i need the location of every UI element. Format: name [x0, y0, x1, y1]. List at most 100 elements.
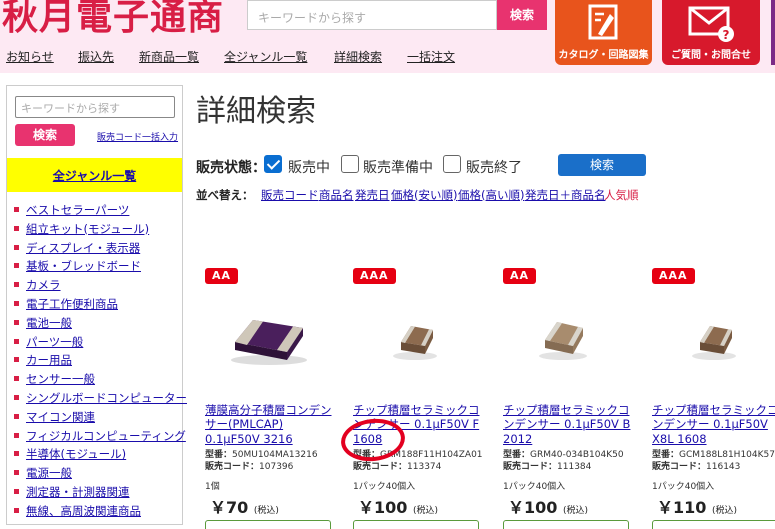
model-number: GCM188L81H104K57 [679, 450, 775, 460]
product-quantity: 1パック40個入 [503, 482, 566, 492]
sort-by-code[interactable]: 販売コード [261, 187, 319, 203]
status-search-button[interactable]: 検索 [558, 154, 646, 176]
category-link[interactable]: カー用品 [26, 353, 72, 367]
nav-new-products[interactable]: 新商品一覧 [139, 48, 199, 65]
product-price: ￥100 (税込) [358, 494, 438, 518]
product-price: ￥110 (税込) [657, 494, 737, 518]
nav-all-genres[interactable]: 全ジャンル一覧 [224, 48, 307, 65]
add-to-cart-button[interactable] [353, 520, 479, 529]
category-link[interactable]: 半導体(モジュール) [26, 447, 126, 461]
category-item[interactable]: センサー一般 [14, 371, 187, 390]
nav-bank-transfer[interactable]: 振込先 [78, 48, 114, 65]
product-name-link[interactable]: チップ積層セラミックコンデンサー 0.1μF50V X8L 1608 [652, 403, 775, 446]
product-quantity: 1パック40個入 [652, 482, 715, 492]
mail-icon: ? [688, 6, 734, 42]
checkbox-discontinued[interactable] [443, 155, 461, 173]
product-name-link[interactable]: 薄膜高分子積層コンデンサー(PMLCAP) 0.1μF50V 3216 [205, 403, 335, 446]
sort-by-price-desc[interactable]: 価格(高い順) [458, 187, 524, 203]
category-item[interactable]: パーツ一般 [14, 334, 187, 353]
product-quantity: 1個 [205, 482, 220, 492]
site-logo[interactable]: 秋月電子通商 [2, 0, 224, 40]
sort-by-release-name[interactable]: 発売日＋商品名 [525, 187, 606, 203]
product-image[interactable] [503, 298, 633, 378]
category-item[interactable]: 電子工作便利商品 [14, 296, 187, 315]
category-item[interactable]: シングルボードコンピューター [14, 390, 187, 409]
sidebar-search-button[interactable]: 検索 [15, 124, 75, 146]
header-search-input[interactable]: キーワードから探す [247, 0, 497, 30]
category-item[interactable]: 半導体(モジュール) [14, 446, 187, 465]
sort-by-price-asc[interactable]: 価格(安い順) [391, 187, 457, 203]
category-item[interactable]: フィジカルコンピューティング [14, 428, 187, 447]
header-edge-button[interactable] [771, 0, 775, 65]
contact-button[interactable]: ? ご質問・お問合せ [662, 0, 760, 65]
all-genres-link[interactable]: 全ジャンル一覧 [7, 167, 182, 184]
category-item[interactable]: マイコン関連 [14, 409, 187, 428]
category-link[interactable]: シングルボードコンピューター [26, 391, 187, 405]
product-name-link[interactable]: チップ積層セラミックコンデンサー 0.1μF50V B 2012 [503, 403, 633, 446]
category-item[interactable]: 無線、高周波関連商品 [14, 503, 187, 522]
category-item[interactable]: カメラ [14, 277, 187, 296]
nav-bulk-order[interactable]: 一括注文 [407, 48, 455, 65]
product-image[interactable] [652, 298, 775, 378]
category-link[interactable]: カメラ [26, 278, 61, 292]
category-link[interactable]: フィジカルコンピューティング [26, 429, 186, 443]
rank-badge: AAA [652, 268, 695, 284]
category-item[interactable]: ディスプレイ・表示器 [14, 240, 187, 259]
sort-by-popularity[interactable]: 人気順 [604, 187, 639, 203]
checkbox-preparing-label[interactable]: 販売準備中 [363, 157, 433, 177]
model-label: 型番： [652, 450, 680, 460]
sidebar: キーワードから探す 検索 販売コード一括入力 全ジャンル一覧 ベストセラーパーツ… [6, 85, 187, 525]
sort-by-release[interactable]: 発売日 [355, 187, 390, 203]
model-number: GRM40-034B104K50 [530, 450, 624, 460]
category-item[interactable]: 組立キット(モジュール) [14, 221, 187, 240]
category-link[interactable]: パーツ一般 [26, 335, 83, 349]
category-item[interactable]: 測定器・計測器関連 [14, 484, 187, 503]
category-item[interactable]: 電源一般 [14, 465, 187, 484]
category-link[interactable]: ディスプレイ・表示器 [26, 241, 140, 255]
category-link[interactable]: 基板・ブレッドボード [26, 259, 141, 273]
category-link[interactable]: 測定器・計測器関連 [26, 485, 130, 499]
site-header: 秋月電子通商 キーワードから探す 検索 カタログ・回路図集 ? ご質問・お問合せ… [0, 0, 775, 73]
nav-advanced-search[interactable]: 詳細検索 [334, 48, 382, 65]
add-to-cart-button[interactable] [205, 520, 331, 529]
sort-by-name[interactable]: 商品名 [319, 187, 354, 203]
sales-code: 116143 [706, 462, 741, 472]
category-link[interactable]: センサー一般 [26, 372, 95, 386]
header-search-button[interactable]: 検索 [497, 0, 547, 30]
category-link[interactable]: 電子工作便利商品 [26, 297, 118, 311]
category-link[interactable]: 電源一般 [26, 466, 72, 480]
tax-note: (税込) [412, 506, 439, 516]
product-card: AAA チップ積層セラミックコンデンサー 0.1μF50V X8L 1608 型… [652, 268, 775, 529]
product-card: AAA チップ積層セラミックコンデンサー 0.1μF50V F 1608 型番：… [353, 268, 493, 529]
product-image[interactable] [205, 298, 335, 378]
category-link[interactable]: マイコン関連 [26, 410, 95, 424]
svg-text:?: ? [723, 28, 730, 42]
add-to-cart-button[interactable] [652, 520, 775, 529]
tax-note: (税込) [253, 506, 279, 516]
code-label: 販売コード： [503, 462, 558, 472]
category-item[interactable]: ベストセラーパーツ [14, 202, 187, 221]
sidebar-search-input[interactable]: キーワードから探す [15, 96, 175, 118]
category-link[interactable]: 無線、高周波関連商品 [26, 504, 141, 518]
price-value: ￥70 [210, 498, 249, 517]
sale-status-label: 販売状態： [196, 160, 266, 176]
bulk-code-entry-link[interactable]: 販売コード一括入力 [97, 130, 178, 143]
category-list: ベストセラーパーツ 組立キット(モジュール) ディスプレイ・表示器 基板・ブレッ… [14, 202, 187, 522]
checkbox-on-sale-label[interactable]: 販売中 [288, 157, 330, 177]
product-meta: 型番：50MU104MA13216 販売コード：107396 [205, 449, 318, 473]
add-to-cart-button[interactable] [503, 520, 629, 529]
category-item[interactable]: カー用品 [14, 352, 187, 371]
sales-code: 107396 [259, 462, 294, 472]
checkbox-preparing[interactable] [341, 155, 359, 173]
category-link[interactable]: ベストセラーパーツ [26, 203, 129, 217]
category-item[interactable]: 電池一般 [14, 315, 187, 334]
checkbox-on-sale[interactable] [264, 155, 282, 173]
category-link[interactable]: 電池一般 [26, 316, 72, 330]
nav-news[interactable]: お知らせ [6, 48, 54, 65]
category-item[interactable]: 基板・ブレッドボード [14, 258, 187, 277]
catalog-button[interactable]: カタログ・回路図集 [555, 0, 652, 65]
catalog-icon [588, 4, 617, 40]
checkbox-discontinued-label[interactable]: 販売終了 [466, 157, 522, 177]
product-image[interactable] [353, 298, 483, 378]
category-link[interactable]: 組立キット(モジュール) [26, 222, 149, 236]
